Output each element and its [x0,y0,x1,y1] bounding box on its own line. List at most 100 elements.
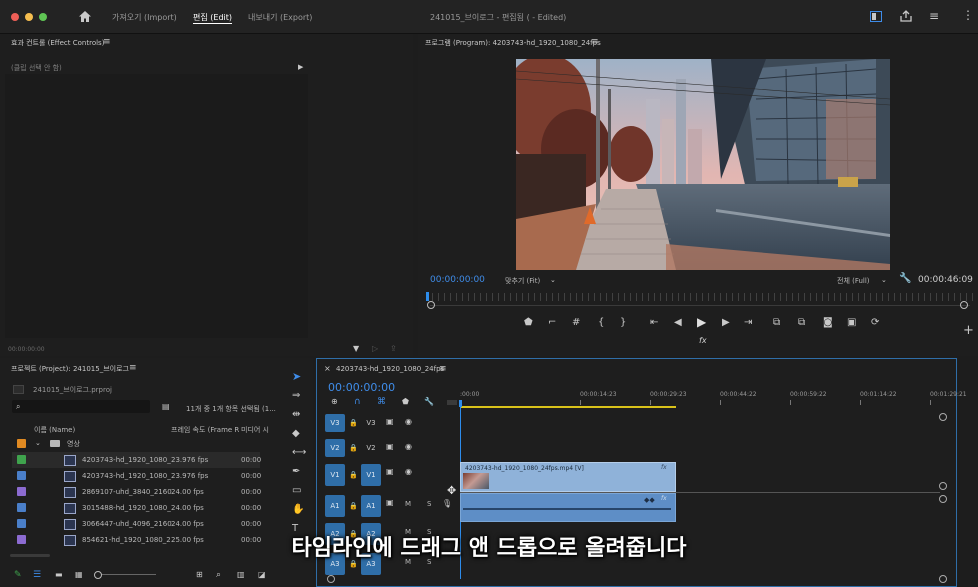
export-icon[interactable]: ⇪ [390,344,397,354]
lock-icon[interactable]: 🔒 [349,418,358,428]
wrench-icon[interactable]: 🔧 [899,274,911,284]
add-marker-icon[interactable]: ⬟ [524,318,533,328]
sync-lock-icon[interactable]: ▣ [386,467,394,477]
label-color-swatch[interactable] [17,455,26,464]
program-time-ruler[interactable] [426,293,974,301]
minimize-window-dot[interactable] [25,13,33,21]
project-list-item[interactable]: 4203743-hd_1920_1080_ 23.976 fps 00:00 [12,452,261,468]
program-current-timecode[interactable]: 00:00:00:00 [430,275,485,285]
tab-export[interactable]: 내보내기 (Export) [248,12,312,23]
chevron-down-icon[interactable]: ⌄ [35,438,41,448]
scrub-end-handle[interactable] [960,301,968,309]
timeline-hscroll-right[interactable] [939,575,947,583]
ripple-edit-tool-icon[interactable]: ⇹ [292,410,300,420]
maximize-window-dot[interactable] [39,13,47,21]
track-target-v2[interactable]: V2 [361,439,381,457]
label-color-swatch[interactable] [17,503,26,512]
column-fps-header[interactable]: 프레임 속도 (Frame R [171,425,239,435]
track-select-tool-icon[interactable]: ⇒ [292,391,300,401]
tab-import[interactable]: 가져오기 (Import) [112,12,177,23]
filter-icon[interactable]: ▼ [353,344,359,354]
pen-tool-icon[interactable]: ✒ [292,467,300,477]
selection-tool-icon[interactable]: ➤ [292,371,301,382]
lock-icon[interactable]: 🔒 [349,501,358,511]
column-media-start-header[interactable]: 미디어 시 [241,425,269,435]
source-patch-a1[interactable]: A1 [325,495,345,517]
clear-in-out-icon[interactable]: # [572,318,580,328]
timeline-playhead[interactable] [459,400,462,407]
source-patch-v2[interactable]: V2 [325,439,345,457]
program-video-frame[interactable] [516,59,890,270]
more-icon[interactable]: ⋮ [962,9,974,21]
timeline-vscroll-mid[interactable] [939,482,947,490]
sequence-tab[interactable]: 4203743-hd_1920_1080_24fps [336,365,444,373]
new-item-icon[interactable]: ◪ [258,570,266,580]
track-target-v3[interactable]: V3 [361,414,381,432]
work-area-bar[interactable] [460,406,676,408]
go-to-in-point-icon[interactable]: ⇤ [650,318,658,328]
zoom-slider[interactable] [96,574,156,575]
go-to-out-icon[interactable]: } [620,318,626,328]
snap-icon[interactable]: ∩ [354,397,361,407]
mute-button[interactable]: M [405,500,411,508]
label-color-swatch[interactable] [17,487,26,496]
source-patch-v3[interactable]: V3 [325,414,345,432]
tab-edit[interactable]: 편집 (Edit) [193,12,232,23]
icon-view-icon[interactable]: ▬ [55,570,63,580]
close-tab-icon[interactable]: × [324,364,331,374]
insert-nest-icon[interactable]: ⊕ [331,397,338,407]
microphone-icon[interactable]: 🎙 [442,499,452,509]
close-window-dot[interactable] [11,13,19,21]
linked-selection-icon[interactable]: ⌘ [377,397,386,407]
panel-menu-icon[interactable]: ≡ [439,364,447,374]
pencil-icon[interactable]: ✎ [14,570,22,580]
track-target-v1[interactable]: V1 [361,464,381,486]
list-view-icon[interactable]: ☰ [33,570,41,580]
multicam-icon[interactable]: ⟳ [871,318,879,328]
camera-icon[interactable]: ◙ [823,318,833,328]
share-icon[interactable] [900,10,912,22]
workspace-icon[interactable] [870,11,882,22]
search-icon[interactable]: ⌕ [216,570,221,580]
eye-icon[interactable]: ◉ [405,442,412,452]
solo-button[interactable]: S [427,500,431,508]
sync-lock-icon[interactable]: ▣ [386,442,394,452]
go-to-out-point-icon[interactable]: ⇥ [744,318,752,328]
quality-select[interactable]: 전체 (Full) [837,276,870,286]
label-color-swatch[interactable] [17,519,26,528]
project-search-input[interactable] [12,400,150,413]
label-color-swatch[interactable] [17,439,26,448]
eye-icon[interactable]: ◉ [405,417,412,427]
lift-icon[interactable]: ⧉ [773,318,780,328]
chevron-down-icon[interactable]: ⌄ [881,275,887,285]
button-editor-plus-icon[interactable]: + [963,324,974,337]
hand-tool-icon[interactable]: ✋ [292,505,304,515]
program-playhead[interactable] [426,292,429,301]
lock-icon[interactable]: 🔒 [349,443,358,453]
project-list-item[interactable]: 4203743-hd_1920_1080_ 23.976 fps 00:00 [12,468,261,484]
home-icon[interactable] [78,10,92,23]
sync-lock-icon[interactable]: ▣ [386,498,394,508]
add-marker-icon[interactable]: ⬟ [402,397,409,407]
timeline-vscroll-top[interactable] [939,413,947,421]
label-color-swatch[interactable] [17,471,26,480]
freeform-view-icon[interactable]: ▦ [75,570,83,580]
panel-menu-icon[interactable]: ≡ [129,363,137,373]
panel-menu-icon[interactable]: ≡ [591,37,599,47]
razor-tool-icon[interactable]: ◆ [292,429,300,439]
panel-menu-icon[interactable]: ≡ [103,37,111,47]
project-list-item[interactable]: 2869107-uhd_3840_2160 24.00 fps 00:00 [12,484,261,500]
rectangle-tool-icon[interactable]: ▭ [292,486,301,496]
zoom-slider-handle[interactable] [94,571,102,579]
step-back-icon[interactable]: ◀ [674,318,682,328]
timeline-timecode[interactable]: 00:00:00:00 [328,381,395,394]
chevron-down-icon[interactable]: ⌄ [550,275,556,285]
eye-icon[interactable]: ◉ [405,467,412,477]
audio-clip-a1[interactable]: fx ◆◆ [460,493,676,522]
step-forward-icon[interactable]: ▶ [722,318,730,328]
project-list-item[interactable]: 3015488-hd_1920_1080_ 24.00 fps 00:00 [12,500,261,516]
extract-icon[interactable]: ⧉ [798,318,805,328]
workspace-menu-icon[interactable]: ≡ [929,10,939,22]
scrub-start-handle[interactable] [427,301,435,309]
wrench-icon[interactable]: 🔧 [424,397,434,407]
